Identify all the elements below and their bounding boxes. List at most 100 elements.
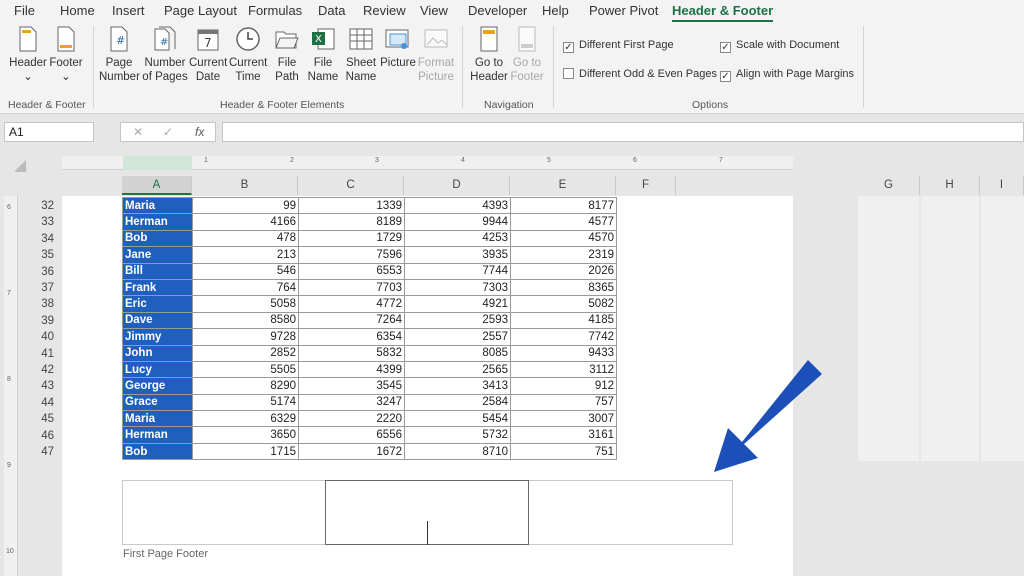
value-cell[interactable]: 7264 xyxy=(298,311,405,330)
value-cell[interactable]: 8189 xyxy=(298,213,405,231)
row-header[interactable]: 36 xyxy=(26,264,54,280)
value-cell[interactable]: 7742 xyxy=(510,328,617,346)
value-cell[interactable]: 912 xyxy=(510,377,617,395)
value-cell[interactable]: 3650 xyxy=(192,426,299,444)
name-cell[interactable]: Frank xyxy=(122,278,193,297)
picture-button[interactable]: Picture xyxy=(380,26,416,70)
value-cell[interactable]: 2584 xyxy=(404,393,511,412)
menu-view[interactable]: View xyxy=(420,3,448,18)
value-cell[interactable]: 764 xyxy=(192,278,299,297)
row-header[interactable]: 45 xyxy=(26,411,54,427)
value-cell[interactable]: 546 xyxy=(192,262,299,280)
value-cell[interactable]: 7596 xyxy=(298,246,405,264)
value-cell[interactable]: 5454 xyxy=(404,410,511,428)
footer-right-section[interactable] xyxy=(530,480,733,545)
value-cell[interactable]: 3161 xyxy=(510,426,617,444)
file-path-button[interactable]: File Path xyxy=(270,26,304,84)
number-of-pages-button[interactable]: # Number of Pages xyxy=(141,26,189,84)
value-cell[interactable]: 3935 xyxy=(404,246,511,264)
different-odd-even-option[interactable]: Different Odd & Even Pages xyxy=(563,68,717,80)
value-cell[interactable]: 2220 xyxy=(298,410,405,428)
value-cell[interactable]: 3112 xyxy=(510,360,617,379)
row-header[interactable]: 34 xyxy=(26,231,54,247)
row-header[interactable]: 40 xyxy=(26,329,54,345)
column-header-f[interactable]: F xyxy=(616,176,676,195)
different-first-page-checkbox[interactable]: ✓ xyxy=(563,42,574,53)
row-header[interactable]: 42 xyxy=(26,362,54,378)
name-cell[interactable]: Grace xyxy=(122,393,193,412)
value-cell[interactable]: 1339 xyxy=(298,196,405,215)
value-cell[interactable]: 3247 xyxy=(298,393,405,412)
value-cell[interactable]: 2852 xyxy=(192,344,299,362)
value-cell[interactable]: 3007 xyxy=(510,410,617,428)
menu-header-footer[interactable]: Header & Footer xyxy=(672,3,774,23)
column-header-a[interactable]: A xyxy=(122,176,192,195)
value-cell[interactable]: 2565 xyxy=(404,360,511,379)
column-header-h[interactable]: H xyxy=(920,176,980,195)
column-header-e[interactable]: E xyxy=(510,176,616,195)
name-cell[interactable]: Dave xyxy=(122,311,193,330)
footer-button[interactable]: Footer ⌄ xyxy=(46,26,86,84)
footer-left-section[interactable] xyxy=(122,480,325,545)
column-header-d[interactable]: D xyxy=(404,176,510,195)
value-cell[interactable]: 4570 xyxy=(510,229,617,248)
value-cell[interactable]: 7303 xyxy=(404,278,511,297)
name-cell[interactable]: Maria xyxy=(122,410,193,428)
value-cell[interactable]: 3545 xyxy=(298,377,405,395)
name-box[interactable]: A1 xyxy=(4,122,94,142)
value-cell[interactable]: 7744 xyxy=(404,262,511,280)
value-cell[interactable]: 2593 xyxy=(404,311,511,330)
value-cell[interactable]: 1715 xyxy=(192,442,299,461)
sheet-name-button[interactable]: Sheet Name xyxy=(342,26,380,84)
row-header[interactable]: 37 xyxy=(26,280,54,296)
go-to-header-button[interactable]: Go to Header xyxy=(470,26,508,84)
row-header[interactable]: 39 xyxy=(26,313,54,329)
menu-home[interactable]: Home xyxy=(60,3,95,18)
name-cell[interactable]: Jane xyxy=(122,246,193,264)
menu-formulas[interactable]: Formulas xyxy=(248,3,302,18)
value-cell[interactable]: 9728 xyxy=(192,328,299,346)
value-cell[interactable]: 9944 xyxy=(404,213,511,231)
value-cell[interactable]: 9433 xyxy=(510,344,617,362)
column-header-b[interactable]: B xyxy=(192,176,298,195)
value-cell[interactable]: 99 xyxy=(192,196,299,215)
value-cell[interactable]: 213 xyxy=(192,246,299,264)
name-cell[interactable]: John xyxy=(122,344,193,362)
value-cell[interactable]: 4577 xyxy=(510,213,617,231)
value-cell[interactable]: 5058 xyxy=(192,295,299,313)
value-cell[interactable]: 8085 xyxy=(404,344,511,362)
value-cell[interactable]: 5732 xyxy=(404,426,511,444)
name-cell[interactable]: Bob xyxy=(122,442,193,461)
name-cell[interactable]: Lucy xyxy=(122,360,193,379)
page-number-button[interactable]: # Page Number xyxy=(99,26,140,84)
name-cell[interactable]: Eric xyxy=(122,295,193,313)
different-odd-even-checkbox[interactable] xyxy=(563,68,574,79)
menu-developer[interactable]: Developer xyxy=(468,3,527,18)
menu-file[interactable]: File xyxy=(14,3,35,18)
value-cell[interactable]: 2319 xyxy=(510,246,617,264)
column-header-g[interactable]: G xyxy=(858,176,920,195)
value-cell[interactable]: 2026 xyxy=(510,262,617,280)
value-cell[interactable]: 4921 xyxy=(404,295,511,313)
value-cell[interactable]: 8290 xyxy=(192,377,299,395)
row-header[interactable]: 41 xyxy=(26,346,54,362)
value-cell[interactable]: 4393 xyxy=(404,196,511,215)
formula-input[interactable] xyxy=(222,122,1024,142)
value-cell[interactable]: 6556 xyxy=(298,426,405,444)
row-header[interactable]: 44 xyxy=(26,395,54,411)
value-cell[interactable]: 1729 xyxy=(298,229,405,248)
value-cell[interactable]: 5174 xyxy=(192,393,299,412)
value-cell[interactable]: 4253 xyxy=(404,229,511,248)
file-name-button[interactable]: X File Name xyxy=(306,26,340,84)
menu-review[interactable]: Review xyxy=(363,3,406,18)
menu-page-layout[interactable]: Page Layout xyxy=(164,3,237,18)
value-cell[interactable]: 2557 xyxy=(404,328,511,346)
value-cell[interactable]: 751 xyxy=(510,442,617,461)
enter-icon[interactable]: ✓ xyxy=(163,125,173,139)
current-time-button[interactable]: Current Time xyxy=(229,26,267,84)
column-header-i[interactable]: I xyxy=(980,176,1024,195)
name-cell[interactable]: Jimmy xyxy=(122,328,193,346)
value-cell[interactable]: 8365 xyxy=(510,278,617,297)
value-cell[interactable]: 6553 xyxy=(298,262,405,280)
value-cell[interactable]: 7703 xyxy=(298,278,405,297)
